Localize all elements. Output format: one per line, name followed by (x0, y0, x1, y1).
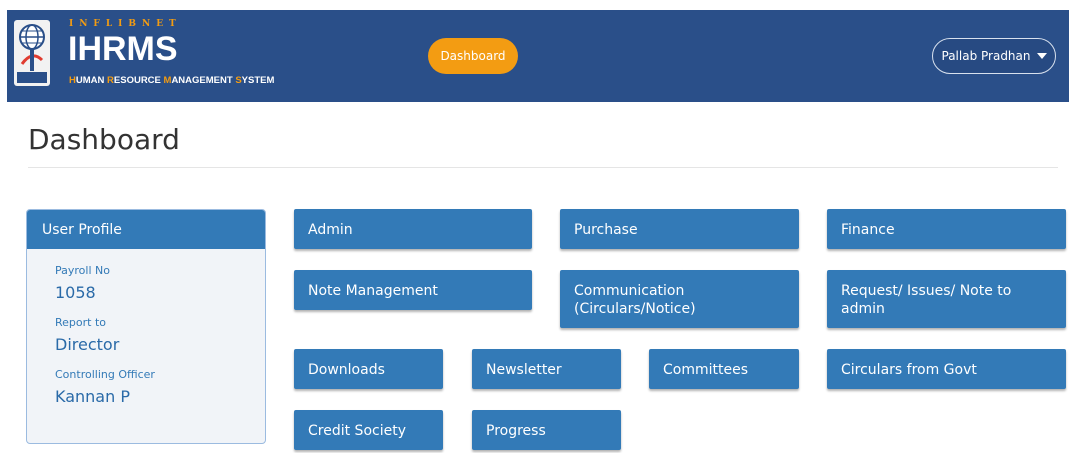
report-to-value: Director (55, 335, 120, 354)
tile-communication[interactable]: Communication (Circulars/Notice) (560, 270, 799, 328)
tile-communication-line1: Communication (574, 283, 685, 299)
app-frame: INFLIBNET IHRMS HUMAN RESOURCE MANAGEMEN… (7, 10, 1069, 453)
brand-sub-word: UMAN (75, 75, 108, 86)
brand-tagline-top: INFLIBNET (69, 19, 182, 29)
user-profile-panel: User Profile Payroll No 1058 Report to D… (26, 209, 266, 444)
tile-request-issues[interactable]: Request/ Issues/ Note to admin (827, 270, 1066, 328)
tile-committees[interactable]: Committees (649, 349, 799, 389)
tile-request-line1: Request/ Issues/ Note to (841, 283, 1012, 299)
brand-sub-word: ANAGEMENT (171, 75, 236, 86)
user-menu-dropdown[interactable]: Pallab Pradhan (932, 38, 1056, 74)
inflibnet-logo[interactable] (14, 20, 50, 86)
brand-subtitle: HUMAN RESOURCE MANAGEMENT SYSTEM (69, 75, 274, 86)
brand-sub-word: ESOURCE (113, 75, 164, 86)
tile-finance[interactable]: Finance (827, 209, 1066, 249)
user-name: Pallab Pradhan (941, 49, 1031, 63)
tile-newsletter[interactable]: Newsletter (472, 349, 621, 389)
tile-progress[interactable]: Progress (472, 410, 621, 450)
tile-communication-line2: (Circulars/Notice) (574, 301, 696, 317)
user-profile-heading: User Profile (27, 210, 265, 249)
tile-purchase[interactable]: Purchase (560, 209, 799, 249)
payroll-value: 1058 (55, 283, 96, 302)
user-profile-body: Payroll No 1058 Report to Director Contr… (27, 264, 265, 406)
tile-downloads[interactable]: Downloads (294, 349, 443, 389)
tile-request-line2: admin (841, 301, 885, 317)
report-to-label: Report to (55, 316, 107, 329)
tile-credit-society[interactable]: Credit Society (294, 410, 443, 450)
brand-sub-initial: H (69, 75, 76, 86)
controlling-officer-label: Controlling Officer (55, 368, 155, 381)
controlling-officer-value: Kannan P (55, 387, 130, 406)
globe-logo-icon (17, 24, 47, 83)
tile-circulars-govt[interactable]: Circulars from Govt (827, 349, 1066, 389)
tile-note-management[interactable]: Note Management (294, 270, 532, 310)
title-divider (28, 167, 1058, 168)
caret-down-icon (1036, 53, 1047, 59)
payroll-label: Payroll No (55, 264, 110, 277)
nav-dashboard-button[interactable]: Dashboard (428, 38, 518, 74)
tile-admin[interactable]: Admin (294, 209, 532, 249)
brand-sub-initial: R (107, 75, 114, 86)
brand-name[interactable]: IHRMS (68, 30, 178, 69)
page-title: Dashboard (28, 123, 180, 156)
top-navbar: INFLIBNET IHRMS HUMAN RESOURCE MANAGEMEN… (7, 10, 1069, 102)
brand-sub-word: YSTEM (241, 75, 275, 86)
